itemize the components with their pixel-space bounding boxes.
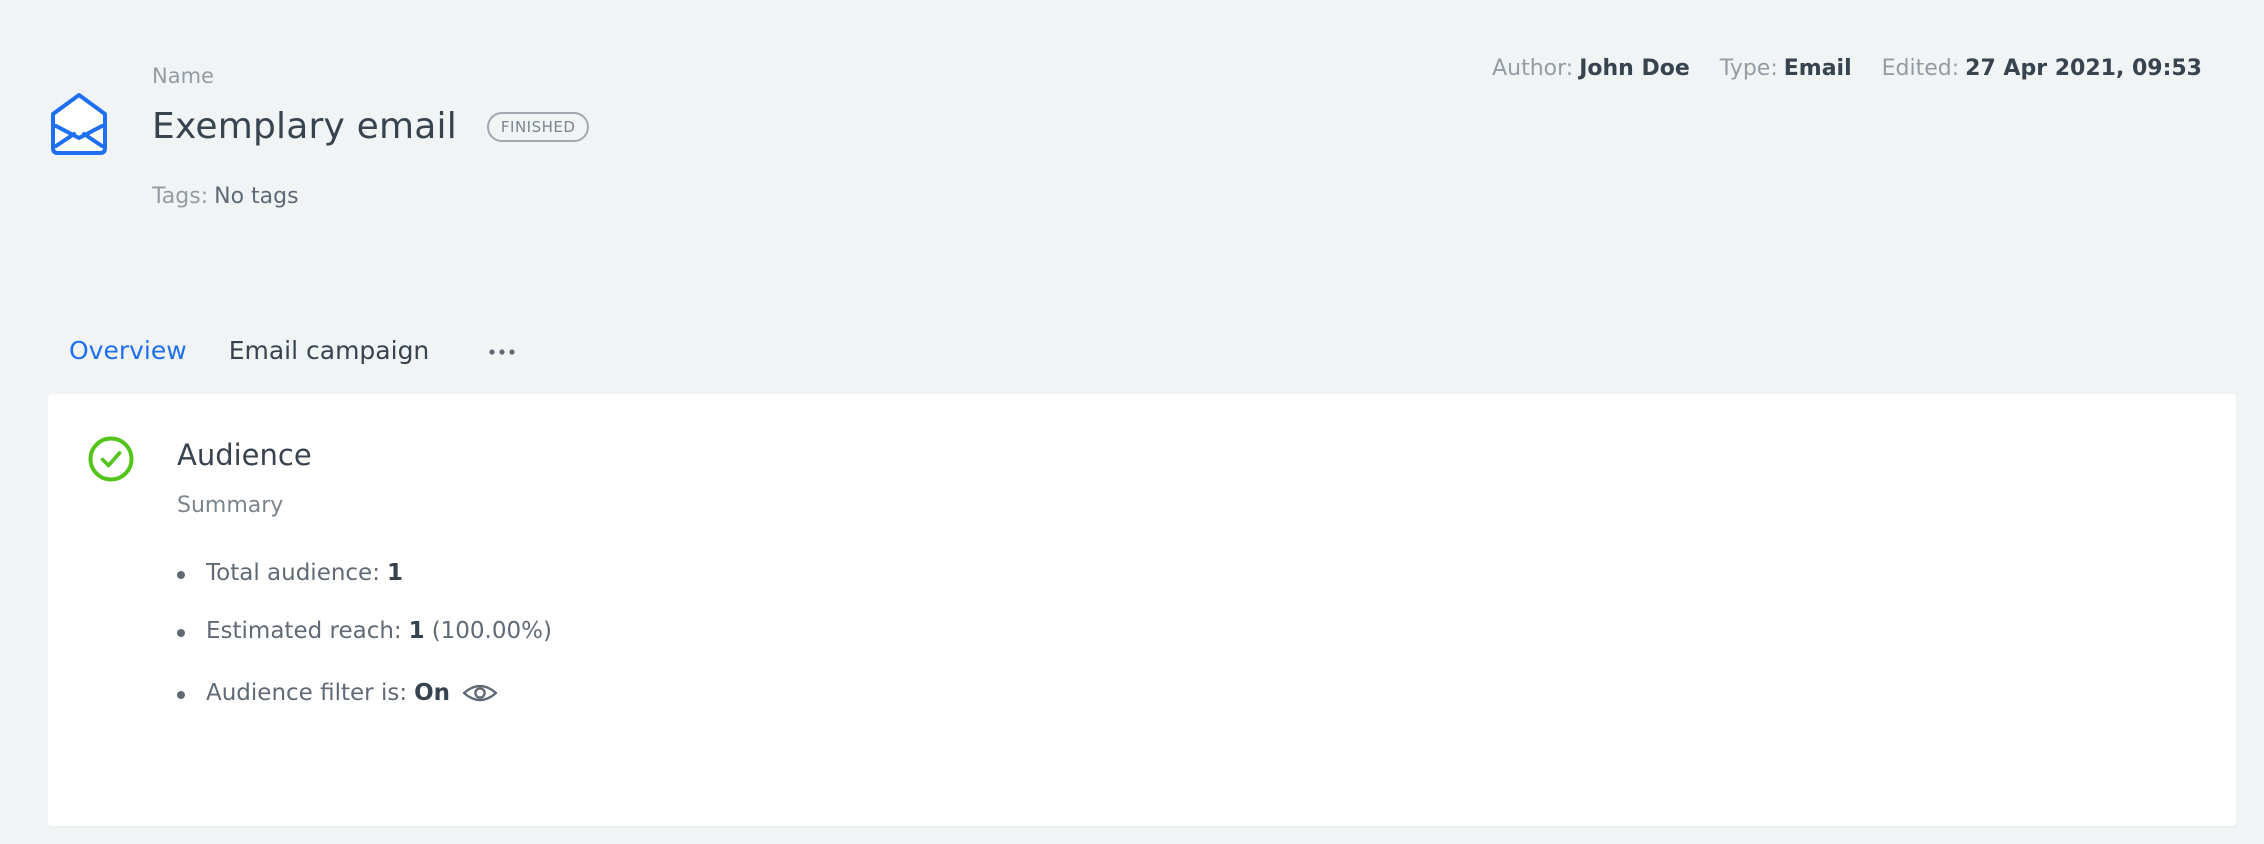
tab-email-campaign[interactable]: Email campaign bbox=[208, 336, 451, 365]
tags-value: No tags bbox=[214, 184, 299, 209]
name-label: Name bbox=[152, 64, 214, 88]
title-row: Exemplary email FINISHED bbox=[152, 106, 590, 147]
author-label: Author: bbox=[1492, 56, 1574, 81]
eye-icon[interactable] bbox=[462, 681, 498, 705]
list-item-total-audience: Total audience: 1 bbox=[177, 554, 552, 592]
audience-title: Audience bbox=[177, 438, 312, 472]
list-item-estimated-reach: Estimated reach: 1 (100.00%) bbox=[177, 612, 552, 650]
tab-overview[interactable]: Overview bbox=[48, 336, 208, 365]
status-badge: FINISHED bbox=[486, 111, 590, 142]
edited-label: Edited: bbox=[1881, 56, 1960, 81]
total-audience-value: 1 bbox=[386, 560, 403, 586]
meta-author: Author: John Doe bbox=[1492, 56, 1690, 81]
type-value: Email bbox=[1783, 56, 1852, 81]
audience-card: Audience Summary Total audience: 1 Estima… bbox=[48, 394, 2236, 826]
check-circle-icon bbox=[88, 436, 134, 482]
total-audience-label: Total audience: bbox=[206, 560, 380, 586]
tags-label: Tags: bbox=[152, 184, 209, 209]
page-title: Exemplary email bbox=[152, 106, 457, 147]
edited-value: 27 Apr 2021, 09:53 bbox=[1965, 56, 2202, 81]
meta-type: Type: Email bbox=[1720, 56, 1852, 81]
audience-filter-label: Audience filter is: bbox=[206, 680, 408, 706]
type-label: Type: bbox=[1719, 56, 1778, 81]
audience-summary-list: Total audience: 1 Estimated reach: 1 (100.0… bbox=[177, 554, 552, 712]
author-value: John Doe bbox=[1579, 56, 1690, 81]
audience-subtitle: Summary bbox=[177, 493, 284, 518]
more-horizontal-icon[interactable] bbox=[488, 336, 516, 355]
tab-bar: Overview Email campaign bbox=[48, 336, 516, 365]
envelope-open-icon bbox=[44, 88, 114, 158]
estimated-reach-label: Estimated reach: bbox=[206, 618, 402, 644]
estimated-reach-value: 1 bbox=[408, 618, 425, 644]
meta-edited: Edited: 27 Apr 2021, 09:53 bbox=[1882, 56, 2202, 81]
estimated-reach-percent: (100.00%) bbox=[431, 618, 552, 644]
audience-filter-value: On bbox=[414, 680, 451, 706]
list-item-audience-filter: Audience filter is: On bbox=[177, 674, 552, 712]
meta-info: Author: John Doe Type: Email Edited: 27 Apr… bbox=[1492, 56, 2202, 81]
tags-row: Tags: No tags bbox=[152, 184, 299, 209]
